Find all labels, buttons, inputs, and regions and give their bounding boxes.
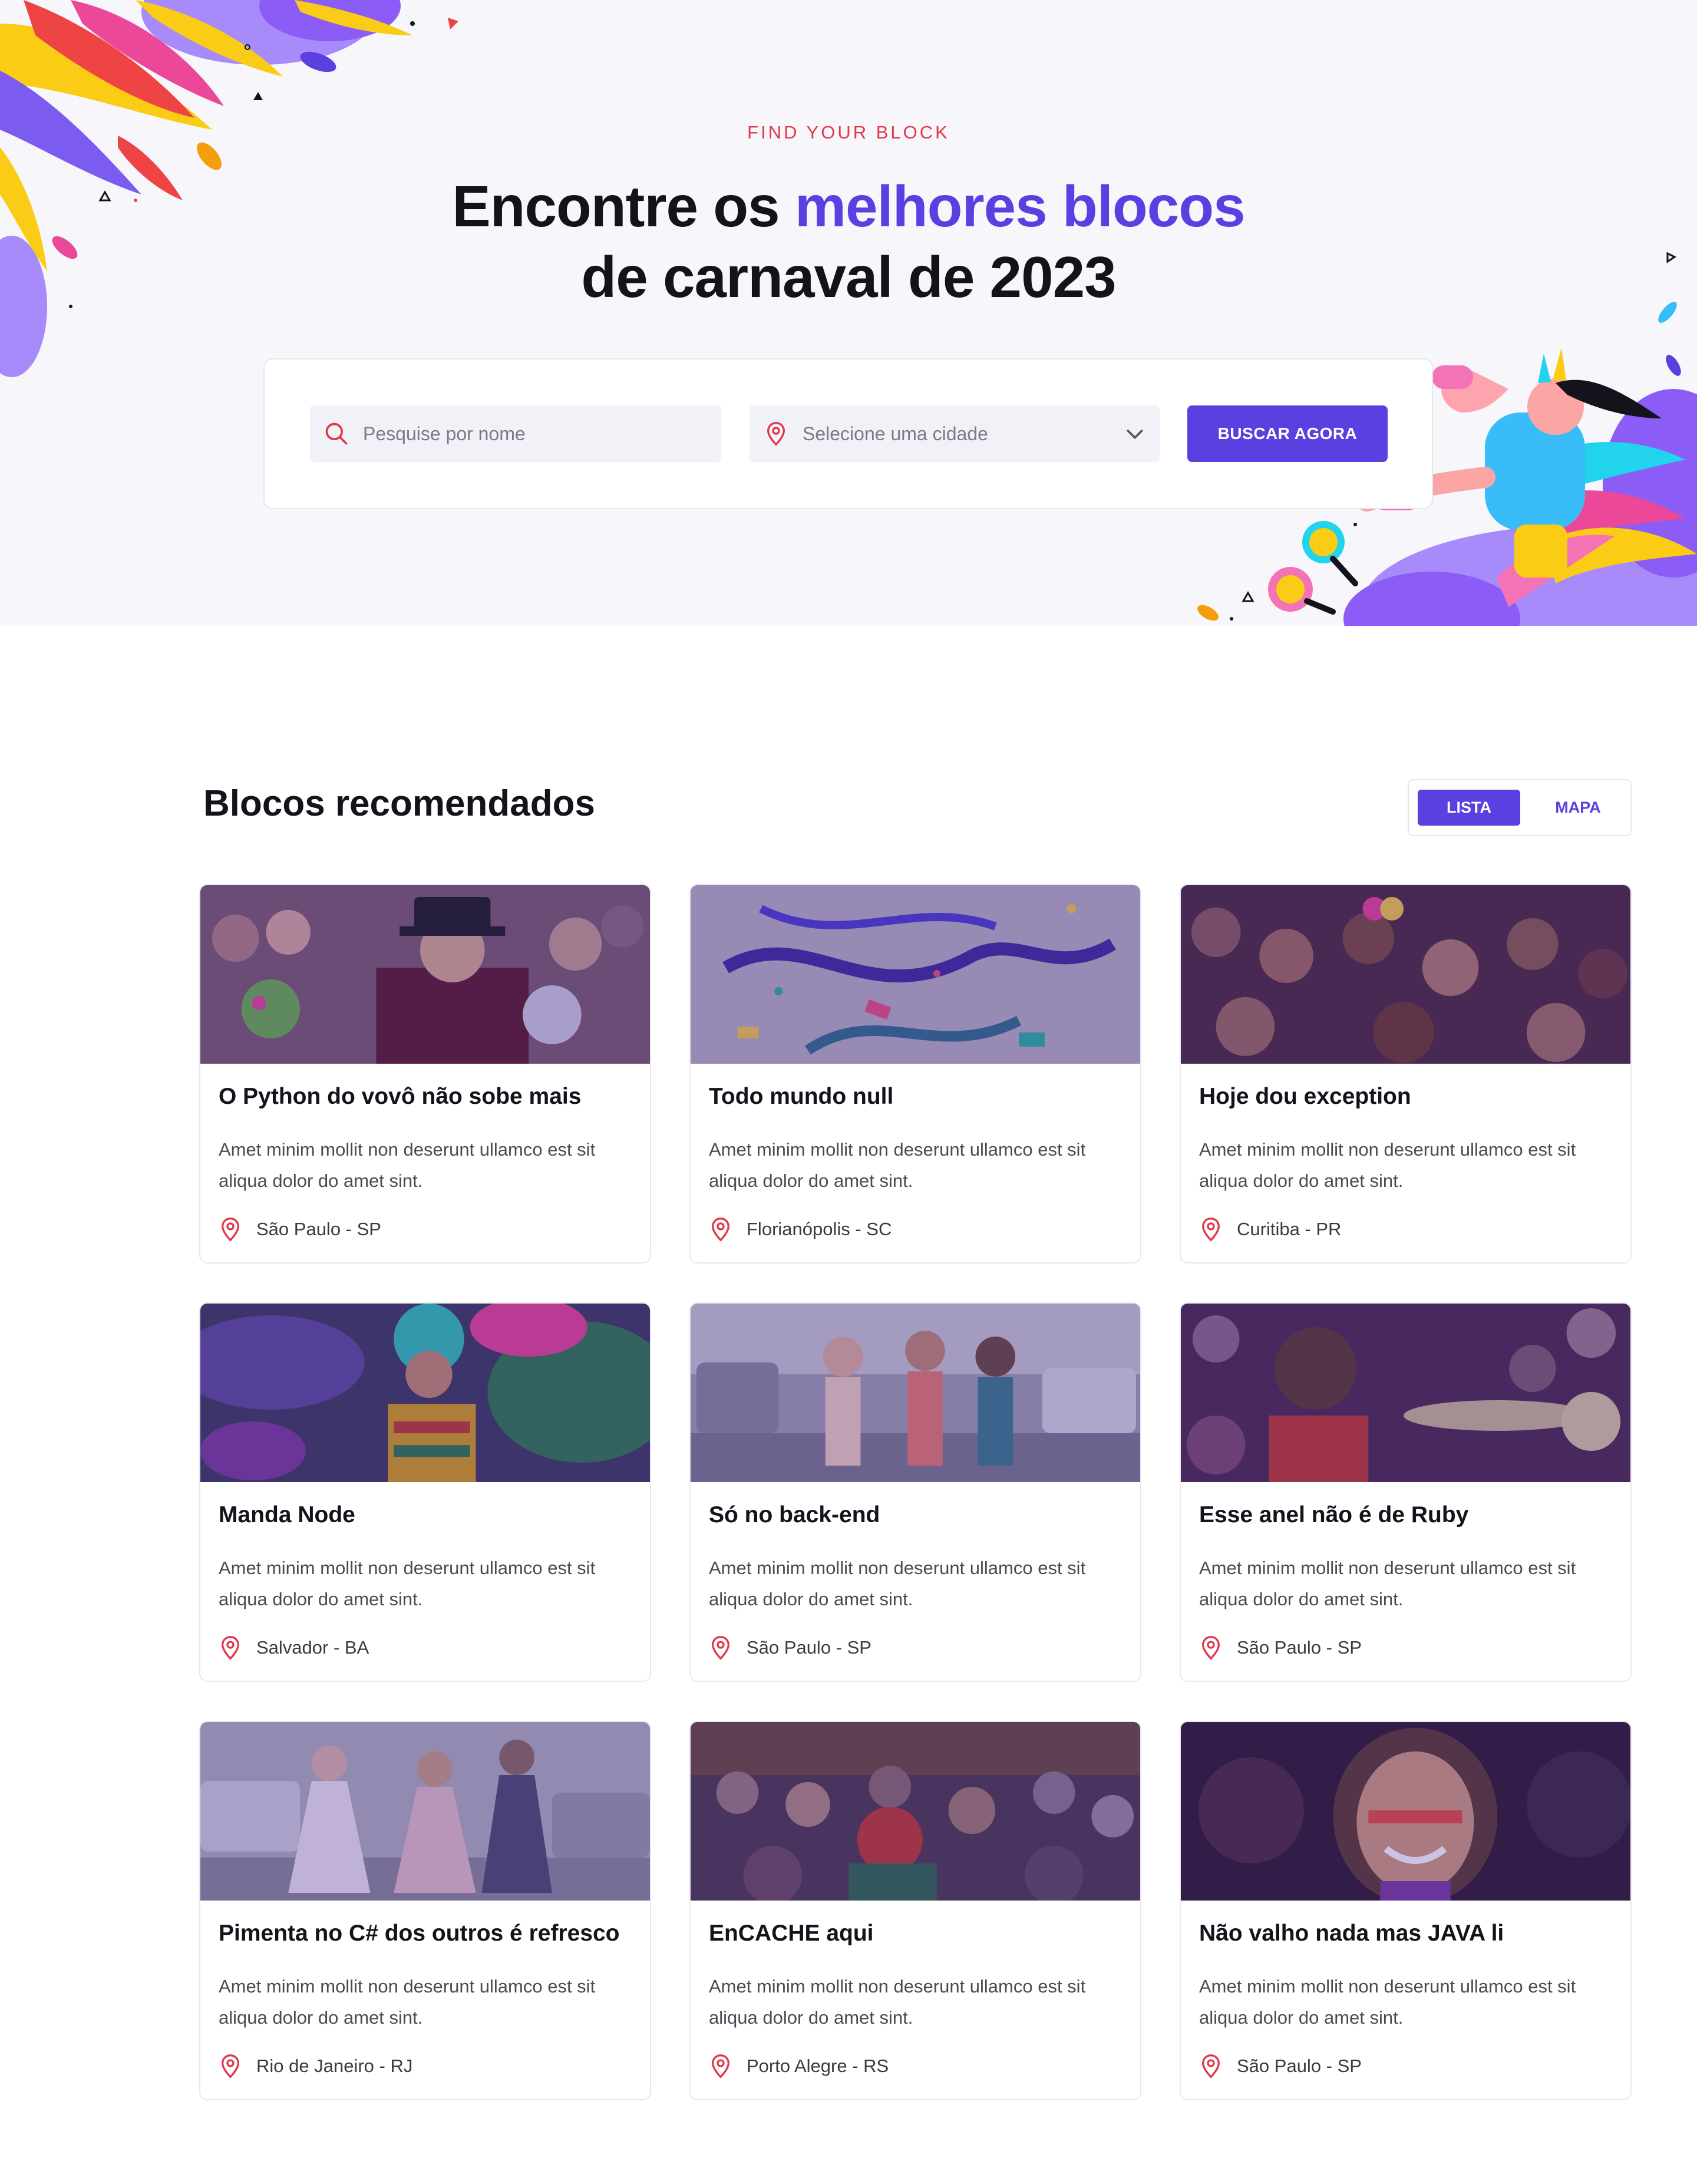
block-location: Porto Alegre - RS — [709, 2053, 889, 2079]
block-location-text: Rio de Janeiro - RJ — [256, 2056, 413, 2076]
block-title: Pimenta no C# dos outros é refresco — [219, 1921, 620, 1946]
map-pin-icon — [221, 2054, 240, 2079]
block-card[interactable]: O Python do vovô não sobe mais Amet mini… — [199, 884, 651, 1263]
name-search-field[interactable]: Pesquise por nome — [310, 405, 721, 462]
block-description: Amet minim mollit non deserunt ullamco e… — [219, 1139, 596, 1191]
block-photo — [691, 1722, 1140, 1901]
block-location: São Paulo - SP — [1199, 1635, 1362, 1661]
city-select[interactable]: Selecione uma cidade — [750, 405, 1160, 462]
block-photo — [691, 1304, 1140, 1482]
name-search-placeholder: Pesquise por nome — [363, 423, 526, 444]
block-description: Amet minim mollit non deserunt ullamco e… — [709, 1139, 1086, 1191]
block-card[interactable]: Manda Node Amet minim mollit non deserun… — [199, 1302, 651, 1682]
map-pin-icon — [711, 1635, 730, 1660]
block-description: Amet minim mollit non deserunt ullamco e… — [1199, 1139, 1576, 1191]
block-location-text: Curitiba - PR — [1237, 1219, 1342, 1239]
map-pin-icon — [221, 1217, 240, 1242]
block-location-text: São Paulo - SP — [256, 1219, 381, 1239]
map-pin-icon — [1201, 2054, 1220, 2079]
block-title: EnCACHE aqui — [709, 1921, 874, 1946]
map-view-button[interactable]: MAPA — [1527, 790, 1629, 826]
block-photo — [200, 1722, 650, 1901]
hero-eyebrow: FIND YOUR BLOCK — [747, 122, 950, 143]
block-card[interactable]: Hoje dou exception Amet minim mollit non… — [1180, 884, 1632, 1263]
city-select-placeholder: Selecione uma cidade — [803, 423, 988, 444]
block-photo — [1181, 1304, 1630, 1482]
block-location: Curitiba - PR — [1199, 1216, 1341, 1242]
view-toggle: LISTA MAPA — [1408, 779, 1632, 836]
block-description: Amet minim mollit non deserunt ullamco e… — [709, 1976, 1086, 2028]
block-title: Esse anel não é de Ruby — [1199, 1502, 1469, 1528]
block-location: São Paulo - SP — [219, 1216, 381, 1242]
block-title: O Python do vovô não sobe mais — [219, 1084, 582, 1109]
block-location-text: São Paulo - SP — [1237, 2056, 1362, 2076]
block-title: Só no back-end — [709, 1502, 880, 1528]
block-location: Rio de Janeiro - RJ — [219, 2053, 412, 2079]
block-title: Manda Node — [219, 1502, 355, 1528]
block-description: Amet minim mollit non deserunt ullamco e… — [709, 1558, 1086, 1609]
list-view-button[interactable]: LISTA — [1418, 790, 1520, 826]
map-pin-icon — [1201, 1635, 1220, 1660]
block-description: Amet minim mollit non deserunt ullamco e… — [1199, 1976, 1576, 2028]
search-now-button[interactable]: BUSCAR AGORA — [1187, 405, 1388, 462]
block-location: Florianópolis - SC — [709, 1216, 892, 1242]
block-photo — [200, 885, 650, 1064]
hero-title-part1: Encontre os — [452, 174, 795, 239]
map-pin-icon — [750, 421, 803, 447]
hero-title-accent: melhores blocos — [794, 174, 1246, 239]
block-location-text: São Paulo - SP — [1237, 1637, 1362, 1658]
block-photo — [1181, 885, 1630, 1064]
chevron-down-icon — [1127, 430, 1143, 439]
block-description: Amet minim mollit non deserunt ullamco e… — [219, 1976, 596, 2028]
hero-title-line2: de carnaval de 2023 — [581, 245, 1116, 309]
block-location-text: Porto Alegre - RS — [747, 2056, 889, 2076]
block-card[interactable]: EnCACHE aqui Amet minim mollit non deser… — [689, 1721, 1141, 2100]
block-card[interactable]: Todo mundo null Amet minim mollit non de… — [689, 884, 1141, 1263]
block-title: Não valho nada mas JAVA li — [1199, 1921, 1504, 1946]
block-location-text: Florianópolis - SC — [747, 1219, 892, 1239]
block-card[interactable]: Esse anel não é de Ruby Amet minim molli… — [1180, 1302, 1632, 1682]
search-icon — [310, 421, 363, 447]
block-title: Hoje dou exception — [1199, 1084, 1411, 1109]
block-location: São Paulo - SP — [709, 1635, 871, 1661]
block-card[interactable]: Só no back-end Amet minim mollit non des… — [689, 1302, 1141, 1682]
map-pin-icon — [711, 2054, 730, 2079]
block-photo — [1181, 1722, 1630, 1901]
search-panel: Pesquise por nome Selecione uma cidade B… — [263, 358, 1433, 509]
hero-section: FIND YOUR BLOCK Encontre os melhores blo… — [0, 0, 1697, 626]
block-location-text: São Paulo - SP — [747, 1637, 871, 1658]
block-location: Salvador - BA — [219, 1635, 369, 1661]
block-card[interactable]: Pimenta no C# dos outros é refresco Amet… — [199, 1721, 651, 2100]
block-card[interactable]: Não valho nada mas JAVA li Amet minim mo… — [1180, 1721, 1632, 2100]
block-title: Todo mundo null — [709, 1084, 894, 1109]
block-description: Amet minim mollit non deserunt ullamco e… — [219, 1558, 596, 1609]
map-pin-icon — [711, 1217, 730, 1242]
block-photo — [200, 1304, 650, 1482]
block-location: São Paulo - SP — [1199, 2053, 1362, 2079]
hero-title: Encontre os melhores blocos de carnaval … — [0, 171, 1697, 312]
map-pin-icon — [1201, 1217, 1220, 1242]
blocks-grid: O Python do vovô não sobe mais Amet mini… — [199, 884, 1632, 2100]
section-title: Blocos recomendados — [203, 783, 595, 824]
block-description: Amet minim mollit non deserunt ullamco e… — [1199, 1558, 1576, 1609]
block-photo — [691, 885, 1140, 1064]
map-pin-icon — [221, 1635, 240, 1660]
block-location-text: Salvador - BA — [256, 1637, 369, 1658]
